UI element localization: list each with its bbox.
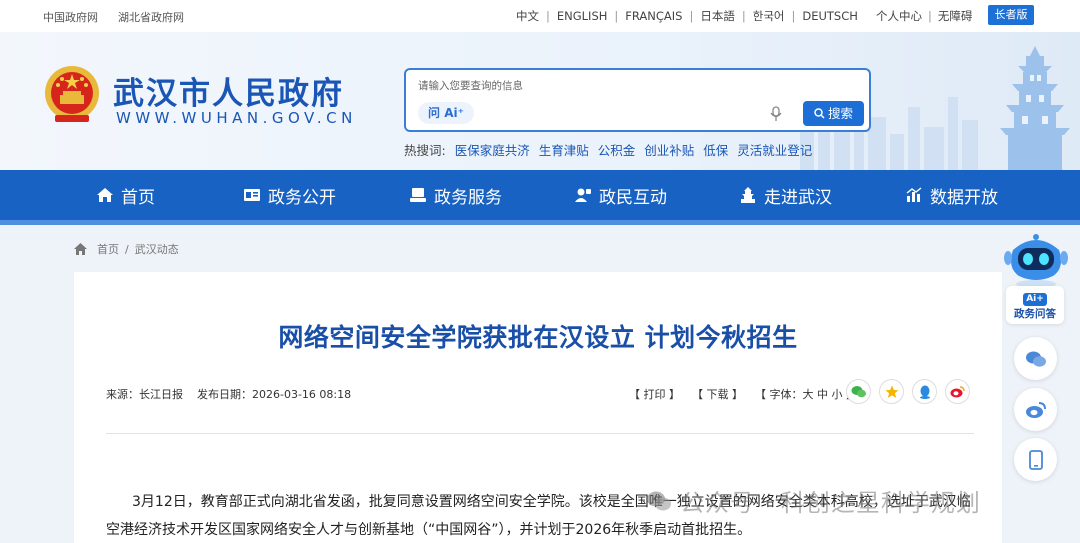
article-divider [106, 433, 974, 434]
language-switcher: 中文 | ENGLISH | FRANÇAIS | 日本語 | 한국어 | DEUTSCH [516, 8, 858, 24]
ai-qa-button[interactable]: Ai+ 政务问答 [1006, 286, 1064, 324]
breadcrumb-separator: / [125, 242, 129, 256]
article-paragraph: 空港经济技术开发区国家网络安全人才与创新基地（“中国网谷”），并计划于2026年… [106, 522, 752, 538]
lang-korean[interactable]: 한국어 [753, 8, 785, 24]
nav-gov-services[interactable]: 政务服务 [409, 170, 574, 220]
hot-word[interactable]: 低保 [703, 140, 728, 159]
breadcrumb-home[interactable]: 首页 [97, 241, 119, 257]
nav-open-data-label: 数据开放 [930, 187, 998, 208]
site-title: 武汉市人民政府 [113, 76, 344, 112]
share-buttons [846, 379, 970, 404]
search-button[interactable]: 搜索 [803, 101, 864, 126]
lang-japanese[interactable]: 日本語 [700, 8, 735, 24]
star-icon [885, 385, 898, 398]
search-input[interactable]: 请输入您要查询的信息 [418, 78, 523, 93]
nav-interaction-label: 政民互动 [599, 187, 667, 208]
nav-about-wuhan-label: 走进武汉 [764, 187, 832, 208]
site-header: 武汉市人民政府 WWW.WUHAN.GOV.CN 请输入您要查询的信息 问 Ai… [0, 32, 1080, 170]
print-button[interactable]: 【 打印 】 [629, 386, 680, 402]
search-icon [814, 108, 825, 119]
share-wechat-button[interactable] [846, 379, 871, 404]
weibo-icon [1025, 401, 1046, 418]
chart-icon [906, 187, 922, 202]
weibo-icon [950, 386, 965, 398]
hot-word[interactable]: 创业补贴 [644, 140, 694, 159]
service-icon [410, 188, 426, 202]
pagoda-icon [741, 187, 755, 203]
watermark-text: 公众号 · 科创之星科学规划 [680, 489, 981, 517]
nav-gov-affairs-open[interactable]: 政务公开 [243, 170, 409, 220]
microphone-icon[interactable] [769, 106, 783, 122]
ai-qa-label: 政务问答 [1014, 308, 1056, 320]
gov-links: 中国政府网 湖北省政府网 [43, 9, 184, 25]
yellow-crane-tower-icon [1000, 46, 1070, 170]
article-title: 网络空间安全学院获批在汉设立 计划今秋招生 [278, 323, 798, 352]
accessibility-link[interactable]: 无障碍 [938, 8, 973, 24]
home-icon [74, 243, 87, 255]
ai-robot-icon[interactable] [1003, 232, 1069, 290]
nav-interaction[interactable]: 政民互动 [574, 170, 739, 220]
people-icon [575, 188, 591, 202]
user-links: 个人中心 | 无障碍 [876, 8, 973, 24]
home-icon [97, 188, 113, 202]
link-china-gov[interactable]: 中国政府网 [43, 9, 98, 25]
nav-underline [0, 220, 1080, 225]
qq-icon [919, 385, 930, 399]
article-date: 发布日期：2026-03-16 08:18 [197, 388, 352, 401]
hot-word[interactable]: 生育津贴 [539, 140, 589, 159]
top-bar: 中国政府网 湖北省政府网 中文 | ENGLISH | FRANÇAIS | 日本語 |… [0, 0, 1080, 32]
lang-french[interactable]: FRANÇAIS [625, 9, 682, 23]
ai-ask-button[interactable]: 问 Ai⁺ [418, 102, 474, 124]
article-tools: 【 打印 】 【 下载 】 【 字体：大 中 小 】 [629, 386, 857, 402]
hot-search-label: 热搜词: [404, 143, 446, 158]
wechat-icon [1025, 351, 1046, 367]
float-wechat-button[interactable] [1014, 337, 1057, 380]
nav-about-wuhan[interactable]: 走进武汉 [739, 170, 905, 220]
hot-word[interactable]: 医保家庭共济 [455, 140, 530, 159]
elder-mode-button[interactable]: 长者版 [988, 5, 1034, 25]
hot-word[interactable]: 公积金 [598, 140, 636, 159]
search-box: 请输入您要查询的信息 问 Ai⁺ 搜索 [404, 68, 871, 132]
article-source: 来源：长江日报 [106, 388, 183, 401]
font-size-control[interactable]: 【 字体：大 中 小 】 [755, 386, 857, 402]
nav-gov-affairs-open-label: 政务公开 [268, 187, 336, 208]
lang-chinese[interactable]: 中文 [516, 8, 539, 24]
wechat-icon [851, 385, 866, 397]
nav-home[interactable]: 首页 [96, 170, 243, 220]
document-icon [244, 189, 260, 201]
ai-badge: Ai+ [1023, 293, 1047, 306]
nav-home-label: 首页 [121, 187, 155, 208]
lang-english[interactable]: ENGLISH [557, 9, 608, 23]
site-url: WWW.WUHAN.GOV.CN [116, 109, 357, 127]
wechat-watermark: 公众号 · 科创之星科学规划 [646, 483, 981, 518]
nav-open-data[interactable]: 数据开放 [905, 170, 1025, 220]
share-weibo-button[interactable] [945, 379, 970, 404]
wechat-icon [647, 491, 671, 510]
personal-center-link[interactable]: 个人中心 [876, 8, 922, 24]
hot-search-bar: 热搜词: 医保家庭共济 生育津贴 公积金 创业补贴 低保 灵活就业登记 [404, 140, 812, 159]
mobile-phone-icon [1028, 449, 1043, 470]
article-meta: 来源：长江日报 发布日期：2026-03-16 08:18 [106, 386, 351, 402]
float-mobile-button[interactable] [1014, 438, 1057, 481]
link-hubei-gov[interactable]: 湖北省政府网 [118, 9, 184, 25]
hot-word[interactable]: 灵活就业登记 [737, 140, 812, 159]
breadcrumb-current[interactable]: 武汉动态 [135, 241, 179, 257]
search-button-label: 搜索 [827, 106, 853, 121]
lang-german[interactable]: DEUTSCH [802, 9, 858, 23]
breadcrumb: 首页 / 武汉动态 [74, 241, 179, 257]
share-qq-button[interactable] [912, 379, 937, 404]
share-favorite-button[interactable] [879, 379, 904, 404]
download-button[interactable]: 【 下载 】 [692, 386, 743, 402]
national-emblem-icon [45, 66, 99, 122]
main-nav: 首页 政务公开 政务服务 政民互动 走进武汉 数据开放 [0, 170, 1080, 220]
float-weibo-button[interactable] [1014, 388, 1057, 431]
nav-gov-services-label: 政务服务 [434, 187, 502, 208]
